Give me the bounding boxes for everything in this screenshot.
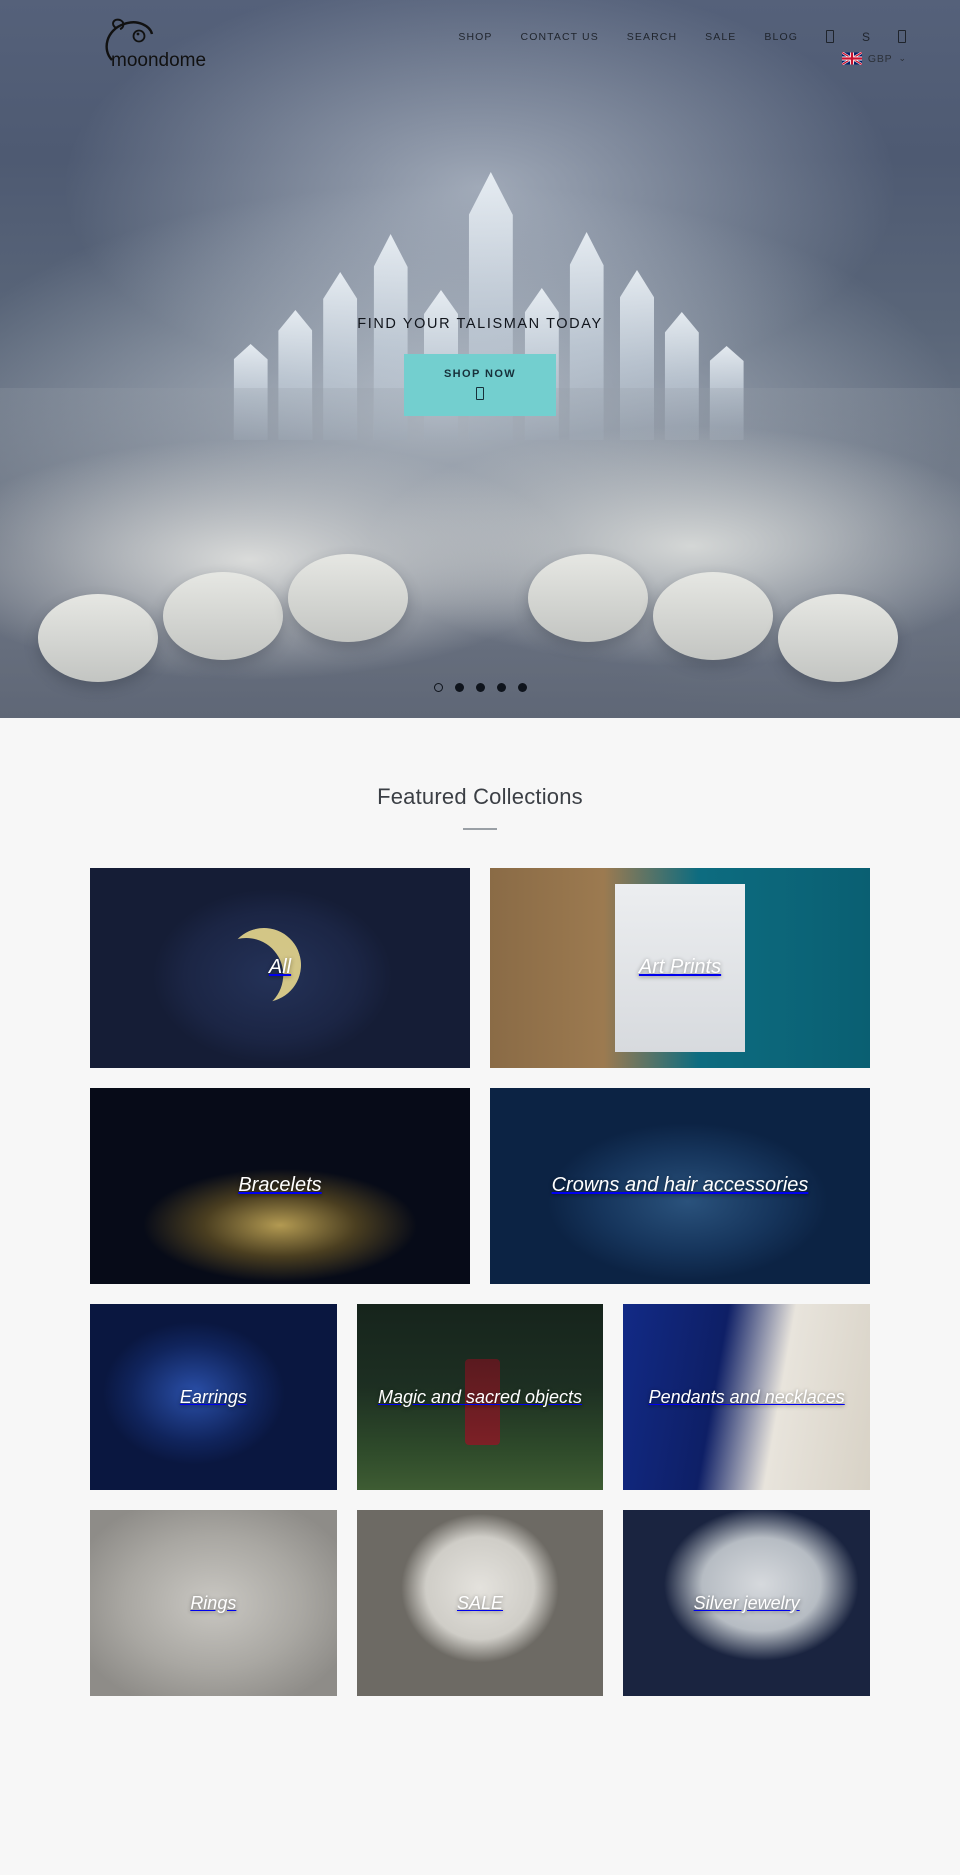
collection-label: Earrings (179, 1386, 247, 1407)
brand-logo[interactable]: moondome (98, 14, 208, 70)
site-header: moondome SHOP CONTACT US SEARCH SALE BLO… (0, 0, 960, 70)
uk-flag-icon (841, 52, 862, 65)
collection-tile-crowns-and-hair-accessories[interactable]: Crowns and hair accessories (490, 1087, 870, 1284)
collection-tile-all[interactable]: All (90, 867, 470, 1068)
collection-label: Art Prints (638, 956, 722, 979)
collection-tile-rings[interactable]: Rings (90, 1509, 337, 1696)
chevron-down-icon: ⌄ (898, 53, 906, 63)
carousel-dot-4[interactable] (496, 683, 506, 692)
collection-tile-silver-jewelry[interactable]: Silver jewelry (623, 1509, 871, 1696)
currency-code: GBP (867, 52, 893, 65)
collection-tile-bracelets[interactable]: Bracelets (90, 1087, 470, 1284)
shop-now-label: SHOP NOW (443, 368, 517, 380)
collection-label: All (268, 956, 292, 979)
nav-item-blog[interactable]: BLOG (764, 31, 798, 43)
collection-tile-earrings[interactable]: Earrings (90, 1303, 337, 1490)
collection-label: Pendants and necklaces (648, 1386, 845, 1407)
arrow-glyph-icon (476, 387, 484, 400)
collection-tile-magic-and-sacred-objects[interactable]: Magic and sacred objects (356, 1303, 604, 1490)
collection-label: Rings (190, 1592, 237, 1613)
collections-row: Earrings Magic and sacred objects Pendan… (90, 1303, 871, 1490)
collections-row: Rings SALE Silver jewelry (90, 1509, 871, 1696)
account-icon[interactable] (825, 30, 834, 43)
collections-row: All Art Prints (90, 867, 870, 1068)
collection-label: Silver jewelry (693, 1592, 800, 1613)
carousel-dot-2[interactable] (454, 683, 464, 692)
hero-content: FIND YOUR TALISMAN TODAY SHOP NOW (0, 316, 960, 416)
cart-icon[interactable] (898, 30, 906, 43)
hands-graphic (0, 388, 960, 718)
section-heading: Featured Collections (377, 784, 583, 809)
collection-label: Magic and sacred objects (377, 1386, 583, 1407)
svg-text:moondome: moondome (111, 50, 206, 70)
featured-collections-section: Featured Collections All Art Prints Brac… (0, 718, 960, 1696)
collections-row: Bracelets Crowns and hair accessories (90, 1087, 870, 1284)
collection-label: Bracelets (238, 1174, 322, 1197)
nav-item-contact-us[interactable]: CONTACT US (521, 31, 599, 43)
shop-now-button[interactable]: SHOP NOW (403, 354, 557, 416)
nav-item-shop[interactable]: SHOP (458, 31, 492, 43)
search-shortcut-icon[interactable]: S (862, 31, 870, 43)
collection-label: SALE (456, 1592, 504, 1613)
main-navigation: SHOP CONTACT US SEARCH SALE BLOG S (458, 30, 906, 43)
nav-item-sale[interactable]: SALE (705, 31, 736, 43)
header-right-cluster: SHOP CONTACT US SEARCH SALE BLOG S GBP ⌄ (458, 14, 906, 65)
hero-banner: moondome SHOP CONTACT US SEARCH SALE BLO… (0, 0, 960, 718)
collection-tile-sale[interactable]: SALE (356, 1509, 604, 1696)
collection-label: Crowns and hair accessories (551, 1174, 809, 1197)
collection-tile-art-prints[interactable]: Art Prints (490, 867, 870, 1068)
carousel-pagination (0, 683, 960, 692)
heading-divider (463, 828, 497, 830)
carousel-dot-1[interactable] (433, 683, 443, 692)
carousel-dot-3[interactable] (475, 683, 485, 692)
nav-item-search[interactable]: SEARCH (627, 31, 677, 43)
carousel-dot-5[interactable] (517, 683, 527, 692)
hero-headline: FIND YOUR TALISMAN TODAY (357, 316, 603, 332)
currency-selector[interactable]: GBP ⌄ (841, 52, 906, 65)
collection-tile-pendants-and-necklaces[interactable]: Pendants and necklaces (623, 1303, 871, 1490)
collections-grid: All Art Prints Bracelets Crowns and hair… (90, 867, 871, 1696)
